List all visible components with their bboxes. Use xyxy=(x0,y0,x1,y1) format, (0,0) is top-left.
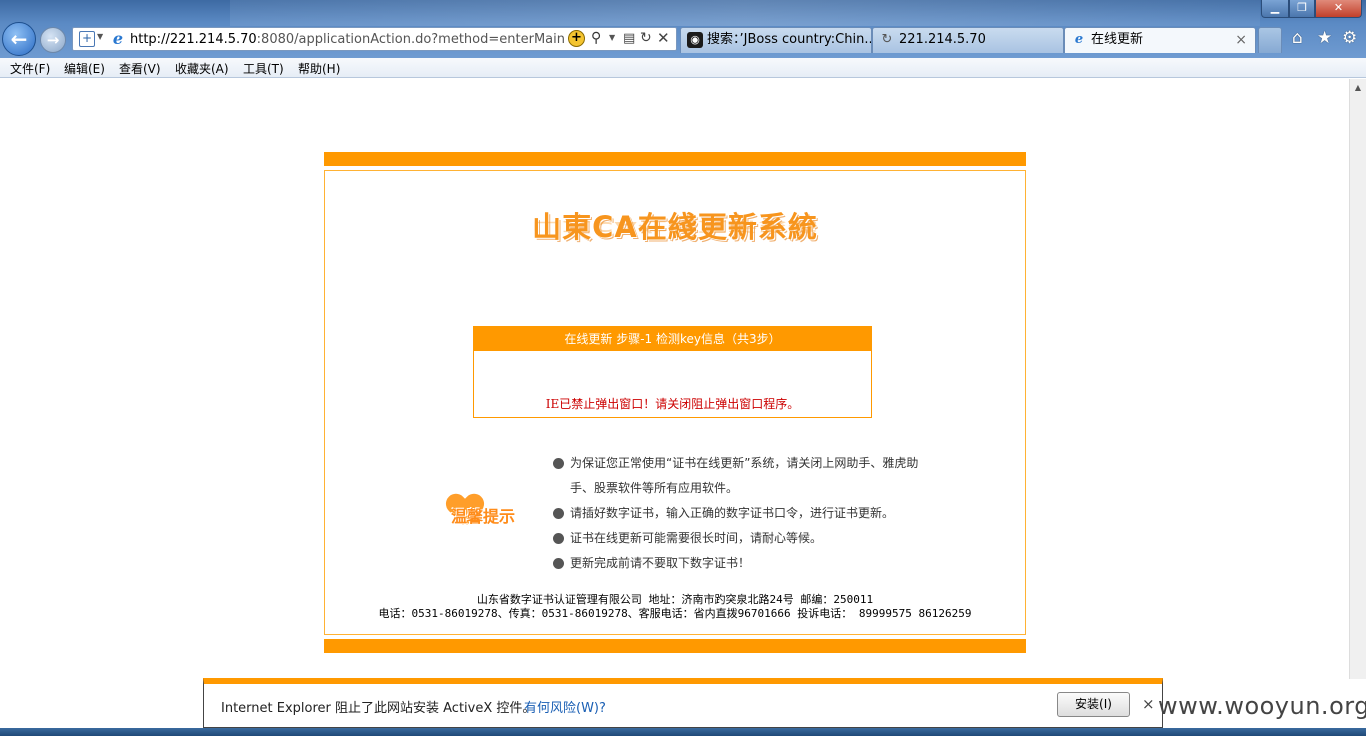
step-panel: 在线更新 步骤-1 检测key信息（共3步） IE已禁止弹出窗口！请关闭阻止弹出… xyxy=(473,326,872,418)
tip-item: 更新完成前请不要取下数字证书！ xyxy=(553,551,933,576)
tip-item: 请插好数字证书，输入正确的数字证书口令，进行证书更新。 xyxy=(553,501,933,526)
menu-bar: 文件(F) 编辑(E) 查看(V) 收藏夹(A) 工具(T) 帮助(H) xyxy=(0,58,1366,78)
bullet-icon xyxy=(553,558,564,569)
header-orange-bar xyxy=(324,152,1026,166)
tip-text: 更新完成前请不要取下数字证书！ xyxy=(570,556,751,570)
bullet-icon xyxy=(553,458,564,469)
tab-label: 在线更新 xyxy=(1091,32,1144,47)
notification-text: Internet Explorer 阻止了此网站安装 ActiveX 控件。 xyxy=(221,701,536,716)
menu-edit[interactable]: 编辑(E) xyxy=(64,60,105,77)
menu-file[interactable]: 文件(F) xyxy=(10,60,50,77)
footer-orange-bar xyxy=(324,639,1026,653)
vertical-scrollbar[interactable]: ▲ xyxy=(1349,79,1366,679)
step-header: 在线更新 步骤-1 检测key信息（共3步） xyxy=(474,327,871,351)
url-host: http://221.214.5.70 xyxy=(130,32,257,47)
stop-icon[interactable]: ✕ xyxy=(657,29,670,47)
menu-tools[interactable]: 工具(T) xyxy=(243,60,284,77)
activex-notification-bar: Internet Explorer 阻止了此网站安装 ActiveX 控件。 有… xyxy=(203,678,1163,728)
tab-online-update[interactable]: e 在线更新 × xyxy=(1064,27,1256,53)
refresh-icon[interactable]: ↻ xyxy=(640,30,652,46)
tips-list: 为保证您正常使用“证书在线更新”系统，请关闭上网助手、雅虎助手、股票软件等所有应… xyxy=(553,451,933,576)
close-icon[interactable]: × xyxy=(1142,695,1155,713)
eye-icon: ◉ xyxy=(687,32,703,48)
loading-icon: ↻ xyxy=(881,32,893,47)
favorites-star-icon[interactable]: ★ xyxy=(1317,28,1332,48)
back-button[interactable]: ← xyxy=(2,22,36,56)
maximize-button[interactable]: ❐ xyxy=(1289,0,1315,18)
tip-text: 为保证您正常使用“证书在线更新”系统，请关闭上网助手、雅虎助手、股票软件等所有应… xyxy=(570,456,919,495)
watermark: www.wooyun.org xyxy=(1158,692,1366,720)
tip-text: 请插好数字证书，输入正确的数字证书口令，进行证书更新。 xyxy=(570,506,895,520)
forward-button[interactable]: → xyxy=(40,27,66,53)
scroll-up-icon[interactable]: ▲ xyxy=(1350,79,1366,96)
tips-badge: 温馨提示 xyxy=(445,493,541,533)
page-viewport: 山東CA在綫更新系統 山東CA在綫更新系統 在线更新 步骤-1 检测key信息（… xyxy=(0,79,1366,727)
add-site-icon[interactable]: + xyxy=(79,31,95,47)
tab-label: 221.214.5.70 xyxy=(899,32,986,47)
tab-loading[interactable]: ↻ 221.214.5.70 xyxy=(872,27,1064,53)
bullet-icon xyxy=(553,533,564,544)
logo-reflection: 山東CA在綫更新系統 xyxy=(532,219,818,235)
chevron-down-icon[interactable]: ▼ xyxy=(609,33,615,42)
ie-icon: e xyxy=(112,29,124,48)
menu-help[interactable]: 帮助(H) xyxy=(298,60,340,77)
compatibility-view-icon[interactable]: ▤ xyxy=(623,31,635,46)
address-bar[interactable]: + ▼ e http://221.214.5.70:8080/applicati… xyxy=(72,27,677,51)
tab-label: 搜索：’JBoss country:Chin... xyxy=(707,32,872,47)
tips-badge-label: 温馨提示 xyxy=(451,507,516,526)
browser-titlebar: ▁ ❐ ✕ ← → + ▼ e http://221.214.5.70:8080… xyxy=(0,0,1366,58)
new-tab-button[interactable] xyxy=(1258,27,1282,53)
tab-search[interactable]: ◉ 搜索：’JBoss country:Chin... xyxy=(680,27,872,53)
taskbar xyxy=(0,728,1366,736)
tab-close-icon[interactable]: × xyxy=(1235,28,1247,52)
menu-favorites[interactable]: 收藏夹(A) xyxy=(175,60,229,77)
home-icon[interactable]: ⌂ xyxy=(1292,28,1303,48)
menu-view[interactable]: 查看(V) xyxy=(119,60,161,77)
addon-icon[interactable]: + xyxy=(568,30,585,47)
tip-text: 证书在线更新可能需要很长时间，请耐心等候。 xyxy=(570,531,823,545)
gear-icon[interactable]: ⚙ xyxy=(1342,28,1357,48)
search-icon[interactable]: ⚲ xyxy=(591,30,601,46)
main-panel: 山東CA在綫更新系統 山東CA在綫更新系統 在线更新 步骤-1 检测key信息（… xyxy=(324,170,1026,635)
risk-info-link[interactable]: 有何风险(W)? xyxy=(524,697,606,716)
popup-blocked-message: IE已禁止弹出窗口！请关闭阻止弹出窗口程序。 xyxy=(545,397,800,411)
close-window-button[interactable]: ✕ xyxy=(1315,0,1362,18)
tip-item: 证书在线更新可能需要很长时间，请耐心等候。 xyxy=(553,526,933,551)
bullet-icon xyxy=(553,508,564,519)
tip-item: 为保证您正常使用“证书在线更新”系统，请关闭上网助手、雅虎助手、股票软件等所有应… xyxy=(553,451,933,501)
url-text[interactable]: http://221.214.5.70:8080/applicationActi… xyxy=(130,32,565,47)
url-rest: :8080/applicationAction.do?method=enterM… xyxy=(256,32,565,47)
minimize-button[interactable]: ▁ xyxy=(1261,0,1289,18)
ie-icon: e xyxy=(1074,32,1084,47)
chevron-down-icon[interactable]: ▼ xyxy=(97,32,103,41)
footer-contact: 电话：0531-86019278、传真：0531-86019278、客服电话：省… xyxy=(378,607,972,620)
install-button[interactable]: 安装(I) xyxy=(1057,692,1130,717)
